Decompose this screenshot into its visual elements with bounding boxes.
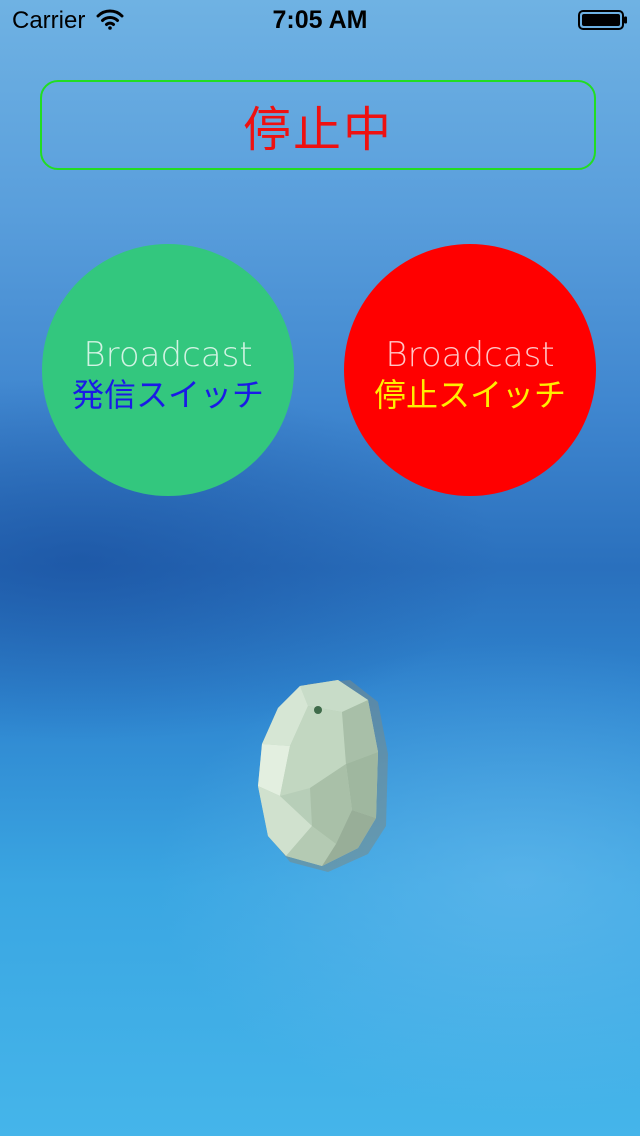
stop-broadcast-button[interactable]: Broadcast 停止スイッチ (344, 244, 596, 496)
stop-button-subtitle: 停止スイッチ (373, 376, 566, 414)
start-button-subtitle: 発信スイッチ (71, 376, 264, 414)
broadcast-status-text: 停止中 (242, 102, 393, 158)
start-broadcast-button[interactable]: Broadcast 発信スイッチ (42, 244, 294, 496)
start-button-title: Broadcast (83, 335, 253, 375)
status-bar: Carrier 7:05 AM (0, 0, 640, 40)
clock: 7:05 AM (272, 6, 368, 34)
stop-button-title: Broadcast (385, 335, 555, 375)
beacon-image (258, 680, 388, 872)
battery-icon (578, 10, 627, 30)
broadcast-status-panel: 停止中 (40, 80, 596, 170)
